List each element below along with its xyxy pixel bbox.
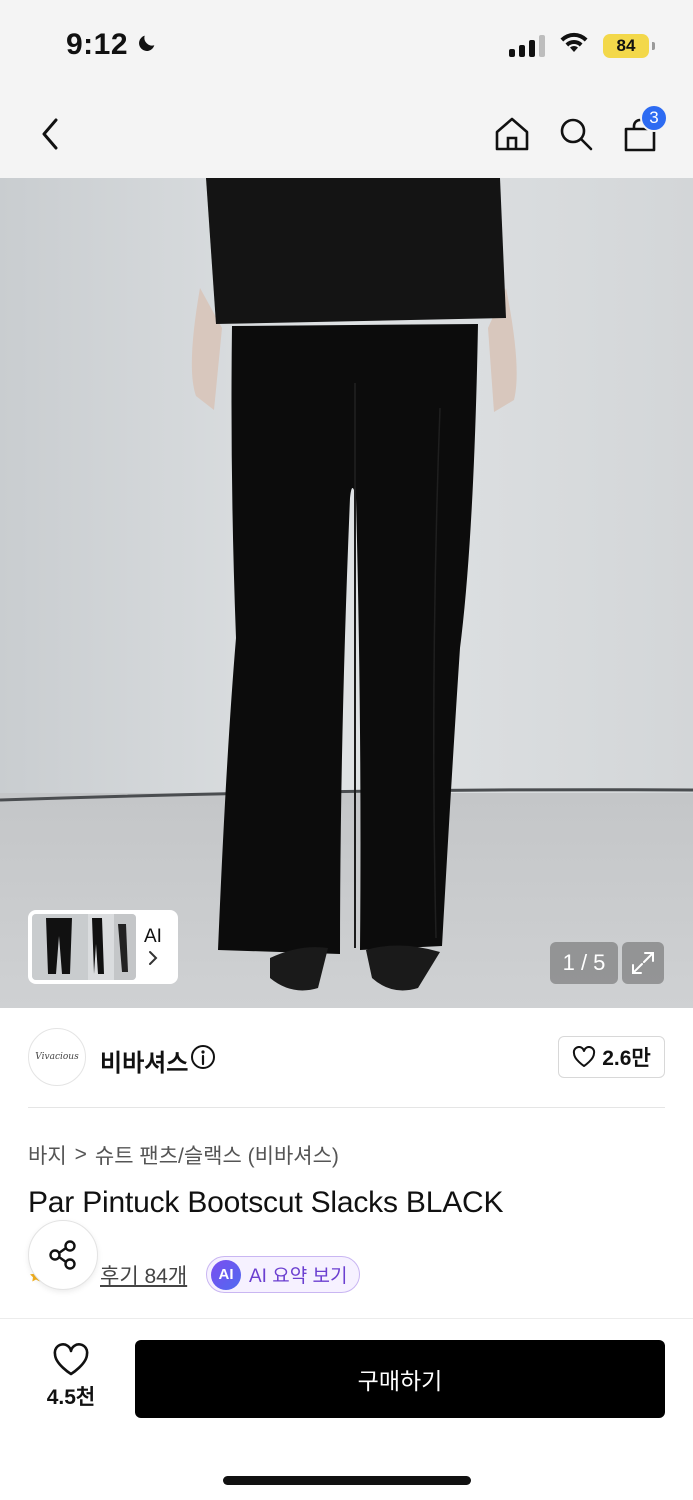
ai-label-group: AI (144, 926, 162, 968)
wishlist-count: 4.5천 (46, 1386, 96, 1409)
divider (28, 1107, 665, 1108)
ai-badge-icon: AI (211, 1259, 241, 1290)
bottom-bar-divider (0, 1318, 693, 1319)
brand-logo[interactable]: Vivacious (28, 1028, 86, 1086)
cart-count-badge: 3 (640, 104, 668, 132)
brand-like-count: 2.6만 (602, 1047, 651, 1070)
chevron-right-icon (148, 951, 158, 965)
cellular-signal-icon (509, 34, 545, 57)
breadcrumb-subcategory[interactable]: 슈트 팬츠/슬랙스 (비바셔스) (95, 1140, 339, 1170)
heart-outline-icon (53, 1343, 89, 1376)
ai-thumbnail-card[interactable]: AI (28, 910, 178, 984)
heart-outline-icon (573, 1046, 596, 1067)
expand-icon (632, 952, 654, 974)
ai-summary-button[interactable]: AI AI 요약 보기 (206, 1256, 361, 1293)
product-title: Par Pintuck Bootscut Slacks BLACK (28, 1186, 504, 1219)
ai-label: AI (144, 926, 162, 947)
brand-name[interactable]: 비바셔스 (100, 1043, 188, 1078)
search-button[interactable] (548, 106, 604, 162)
product-photo (0, 178, 693, 1008)
breadcrumb-category[interactable]: 바지 (28, 1140, 67, 1170)
moon-icon (136, 28, 158, 62)
battery-indicator: 84 (603, 33, 655, 58)
breadcrumb: 바지 > 슈트 팬츠/슬랙스 (비바셔스) (28, 1140, 339, 1170)
search-icon (560, 118, 593, 151)
review-count-link[interactable]: 후기 84개 (100, 1260, 187, 1290)
home-button[interactable] (484, 106, 540, 162)
wifi-icon (559, 32, 589, 59)
wishlist-button[interactable]: 4.5천 (30, 1343, 112, 1417)
brand-like-button[interactable]: 2.6만 (558, 1036, 665, 1078)
battery-level: 84 (616, 35, 636, 55)
breadcrumb-separator: > (74, 1143, 87, 1166)
status-indicators: 84 (509, 32, 655, 59)
buy-button[interactable]: 구매하기 (135, 1340, 665, 1418)
brand-logo-text: Vivacious (35, 1052, 79, 1062)
cart-button[interactable]: 3 (612, 104, 668, 162)
status-time: 9:12 (66, 28, 129, 61)
expand-button[interactable] (622, 942, 664, 984)
share-icon (49, 1240, 76, 1270)
info-icon[interactable] (190, 1044, 216, 1075)
brand-row: Vivacious 비바셔스 2.6만 (28, 1028, 665, 1088)
top-nav: 3 (0, 90, 693, 178)
home-indicator (223, 1476, 471, 1485)
share-button[interactable] (28, 1220, 98, 1290)
product-image-gallery[interactable]: AI 1 / 5 (0, 178, 693, 1008)
thumbnail-strip (32, 914, 136, 980)
ai-summary-label: AI 요약 보기 (249, 1266, 348, 1287)
image-counter: 1 / 5 (550, 942, 618, 984)
back-button[interactable] (22, 106, 78, 162)
chevron-left-icon (42, 118, 58, 150)
status-time-group: 9:12 (66, 28, 158, 62)
home-icon (495, 117, 529, 151)
status-bar: 9:12 84 (0, 0, 693, 90)
